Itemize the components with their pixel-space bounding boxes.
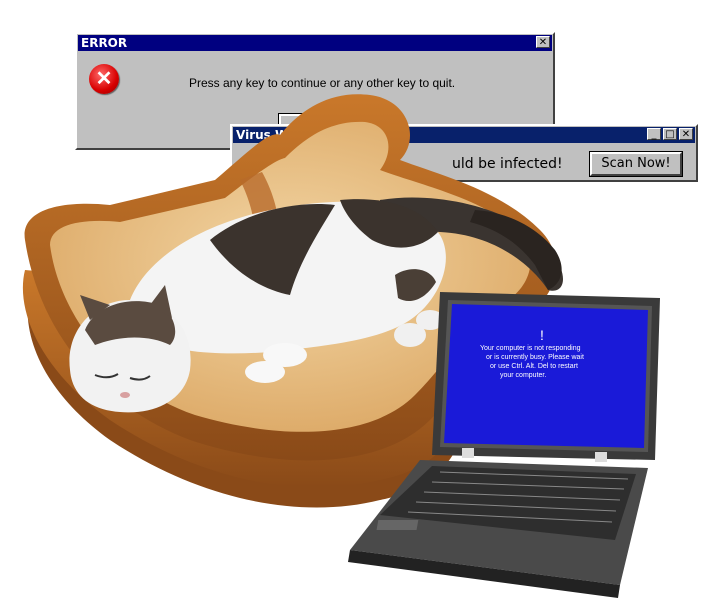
svg-text:your computer.: your computer. <box>500 372 546 379</box>
svg-text:or is currently busy. Please w: or is currently busy. Please wait <box>486 354 584 361</box>
cat-bread-illustration: ! Your computer is not responding or is … <box>22 94 660 598</box>
svg-text:Your computer is not respondin: Your computer is not responding <box>480 345 581 352</box>
screen-exclamation: ! <box>540 327 544 343</box>
svg-text:or use Ctrl. Alt. Del to resta: or use Ctrl. Alt. Del to restart <box>490 363 578 370</box>
